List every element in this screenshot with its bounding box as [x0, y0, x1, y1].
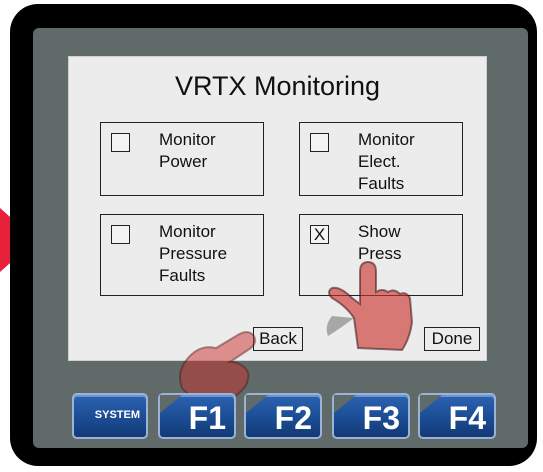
f3-key[interactable]: F3: [332, 393, 410, 439]
f3-key-label: F3: [362, 400, 400, 436]
key-corner-notch: [420, 395, 442, 413]
f2-key-label: F2: [274, 400, 312, 436]
key-corner-notch: [160, 395, 182, 413]
checkbox-monitor-pressure-faults[interactable]: [111, 225, 130, 244]
option-monitor-pressure-faults[interactable]: Monitor Pressure Faults: [100, 214, 264, 296]
pointing-hand-icon: [326, 260, 414, 352]
key-corner-notch: [334, 395, 356, 413]
option-monitor-elect-faults[interactable]: Monitor Elect. Faults: [299, 122, 463, 196]
system-key[interactable]: SYSTEM: [72, 393, 148, 439]
f4-key[interactable]: F4: [418, 393, 496, 439]
checkbox-show-press[interactable]: X: [310, 225, 329, 244]
key-corner-notch: [246, 395, 268, 413]
f2-key[interactable]: F2: [244, 393, 322, 439]
option-label: Monitor Power: [159, 130, 216, 171]
checkbox-monitor-power[interactable]: [111, 133, 130, 152]
system-key-label: SYSTEM: [94, 409, 140, 421]
option-label: Monitor Elect. Faults: [358, 130, 415, 193]
screen-title: VRTX Monitoring: [174, 71, 381, 101]
f4-key-label: F4: [448, 400, 486, 436]
f1-key-label: F1: [188, 400, 226, 436]
option-label: Monitor Pressure Faults: [159, 222, 228, 285]
checkbox-monitor-elect-faults[interactable]: [310, 133, 329, 152]
f1-key[interactable]: F1: [158, 393, 236, 439]
done-button[interactable]: Done: [424, 327, 480, 351]
option-monitor-power[interactable]: Monitor Power: [100, 122, 264, 196]
